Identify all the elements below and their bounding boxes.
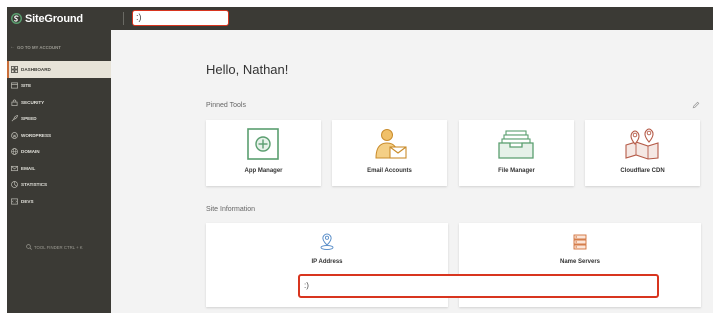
sidebar-item-label: DASHBOARD (21, 66, 51, 72)
go-to-my-account-link[interactable]: ← GO TO MY ACCOUNT (10, 43, 61, 51)
search-icon (26, 244, 32, 250)
site-info-value-field[interactable]: :) (298, 274, 659, 298)
app-manager-icon (247, 128, 279, 160)
wordpress-icon (11, 131, 18, 139)
site-icon (11, 82, 18, 89)
siteground-logo-icon (11, 13, 22, 24)
main-content: Hello, Nathan! Pinned Tools App Manager … (111, 30, 713, 313)
pinned-tools-heading: Pinned Tools (206, 102, 246, 109)
pinned-tool-app-manager[interactable]: App Manager (206, 120, 321, 186)
envelope-icon (11, 165, 18, 172)
dashboard-icon (11, 65, 18, 73)
sidebar-item-label: WORDPRESS (21, 132, 52, 138)
sidebar-item-label: DOMAIN (21, 149, 40, 155)
lock-icon (11, 99, 18, 106)
greeting-heading: Hello, Nathan! (206, 62, 289, 77)
sidebar-nav: DASHBOARD SITE SECURITY SPEED WORDPRESS … (7, 61, 111, 210)
logo-text: SiteGround (25, 12, 83, 25)
site-info-label: IP Address (311, 259, 343, 265)
sidebar-item-security[interactable]: SECURITY (7, 94, 111, 111)
tool-finder-search[interactable]: TOOL FINDER CTRL + K (26, 243, 83, 251)
sidebar-item-wordpress[interactable]: WORDPRESS (7, 127, 111, 144)
pinned-tool-label: Email Accounts (367, 168, 412, 174)
arrow-left-icon: ← (10, 44, 15, 50)
app-window: SiteGround :) ← GO TO MY ACCOUNT DASHBOA… (7, 7, 713, 313)
sidebar-item-label: SPEED (21, 116, 37, 122)
top-search-field[interactable]: :) (132, 10, 229, 26)
sidebar-item-label: DEVS (21, 198, 34, 204)
sidebar-item-devs[interactable]: DEVS (7, 193, 111, 210)
sidebar-item-label: SITE (21, 83, 32, 89)
globe-icon (11, 148, 18, 156)
pinned-tool-cloudflare-cdn[interactable]: Cloudflare CDN (585, 120, 700, 186)
topbar-divider (123, 12, 124, 25)
file-manager-icon (498, 130, 534, 159)
sidebar-item-email[interactable]: EMAIL (7, 160, 111, 177)
pinned-tool-label: File Manager (498, 168, 535, 174)
sidebar-item-dashboard[interactable]: DASHBOARD (7, 61, 111, 78)
server-icon (573, 234, 587, 250)
sidebar-item-label: EMAIL (21, 165, 36, 171)
rocket-icon (11, 115, 18, 122)
statistics-icon (11, 181, 18, 189)
sidebar-item-label: SECURITY (21, 99, 45, 105)
pinned-tool-file-manager[interactable]: File Manager (459, 120, 574, 186)
pinned-tool-label: Cloudflare CDN (620, 168, 665, 174)
sidebar-item-site[interactable]: SITE (7, 78, 111, 95)
pinned-tool-email-accounts[interactable]: Email Accounts (332, 120, 447, 186)
sidebar-item-label: STATISTICS (21, 182, 48, 188)
sidebar: ← GO TO MY ACCOUNT DASHBOARD SITE SECURI… (7, 30, 111, 313)
email-accounts-icon (375, 129, 407, 159)
site-information-heading: Site Information (206, 206, 256, 213)
code-icon (11, 198, 18, 205)
sidebar-item-speed[interactable]: SPEED (7, 111, 111, 128)
pinned-tool-label: App Manager (244, 168, 283, 174)
top-bar: SiteGround :) (7, 7, 713, 30)
cloudflare-cdn-icon (625, 128, 659, 160)
location-pin-icon (320, 233, 334, 250)
siteground-logo[interactable]: SiteGround (11, 11, 83, 26)
sidebar-item-statistics[interactable]: STATISTICS (7, 177, 111, 194)
back-link-label: GO TO MY ACCOUNT (17, 44, 61, 50)
pencil-edit-icon[interactable] (692, 101, 700, 109)
site-info-label: Name Servers (559, 259, 601, 265)
sidebar-item-domain[interactable]: DOMAIN (7, 144, 111, 161)
tool-finder-label: TOOL FINDER CTRL + K (34, 244, 83, 250)
